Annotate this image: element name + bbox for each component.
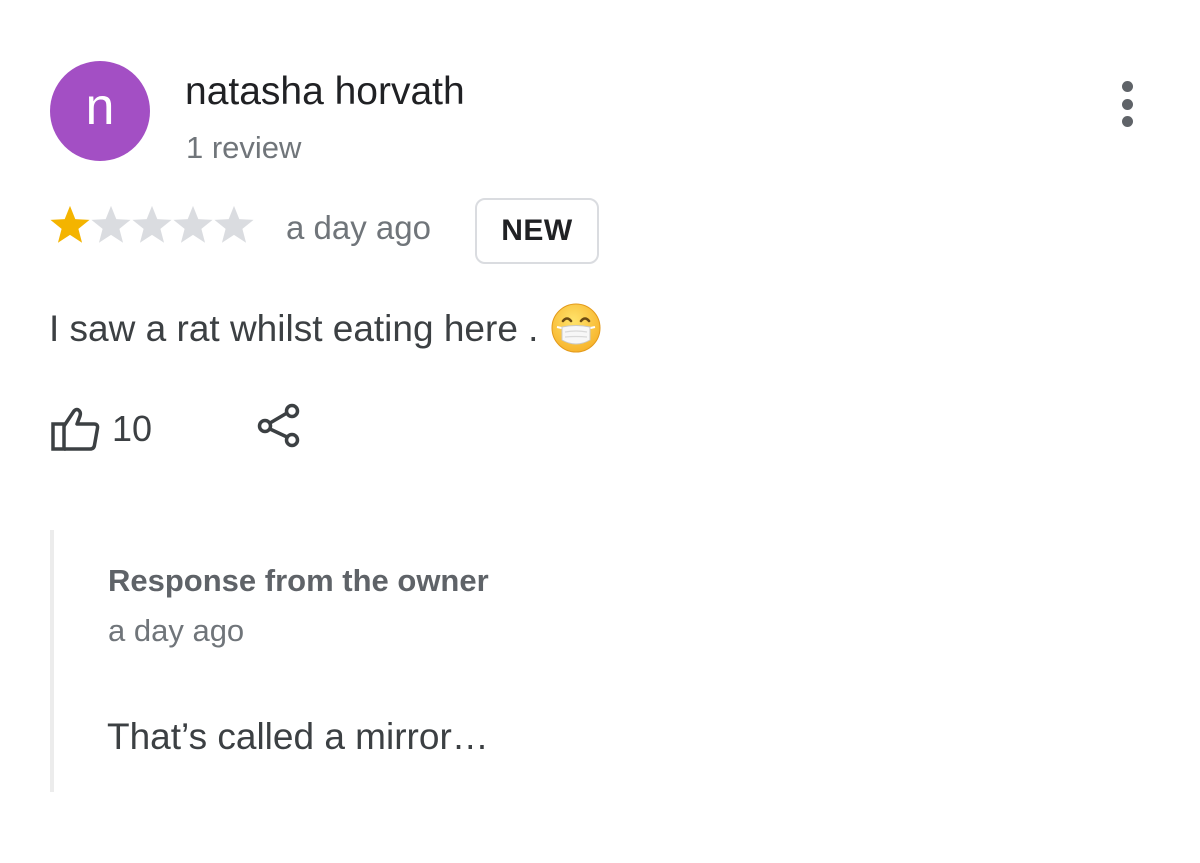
owner-response-title: Response from the owner <box>108 563 489 598</box>
avatar-letter: n <box>85 78 115 136</box>
star-filled-icon <box>50 205 90 243</box>
star-empty-icon <box>132 205 172 243</box>
review-card: n natasha horvath 1 review a day ago NEW… <box>0 0 1200 863</box>
owner-response-text: That’s called a mirror… <box>107 716 489 757</box>
star-empty-icon <box>214 205 254 243</box>
more-options-icon[interactable] <box>1113 81 1141 127</box>
reviewer-review-count: 1 review <box>186 130 302 165</box>
face-with-medical-mask-icon <box>551 303 601 353</box>
share-icon[interactable] <box>256 402 302 448</box>
reviewer-name[interactable]: natasha horvath <box>185 72 465 111</box>
owner-response-time: a day ago <box>108 613 245 648</box>
more-dot <box>1121 98 1133 110</box>
like-count: 10 <box>112 408 153 449</box>
avatar[interactable]: n <box>50 61 150 161</box>
more-dot <box>1121 81 1133 92</box>
star-empty-icon <box>91 205 131 243</box>
review-text: I saw a rat whilst eating here . <box>49 307 539 349</box>
review-time: a day ago <box>286 209 431 246</box>
star-rating <box>48 204 254 246</box>
new-badge: NEW <box>475 198 599 264</box>
review-text-row: I saw a rat whilst eating here . <box>49 302 602 354</box>
owner-response: Response from the owner a day ago That’s… <box>50 530 754 792</box>
like-button[interactable]: 10 <box>50 405 152 453</box>
star-empty-icon <box>173 205 213 243</box>
thumbs-up-icon <box>51 407 100 451</box>
more-dot <box>1121 116 1133 127</box>
